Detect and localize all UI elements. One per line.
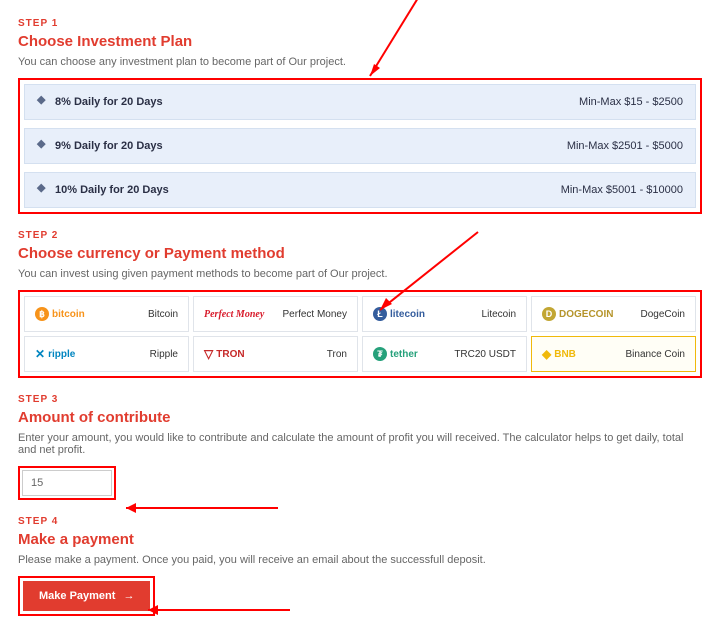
plan-item[interactable]: 9% Daily for 20 Days Min-Max $2501 - $50… bbox=[24, 128, 696, 164]
payment-methods-highlight-box: ฿bitcoin Bitcoin Perfect Money Perfect M… bbox=[18, 290, 702, 378]
bitcoin-icon: ฿bitcoin bbox=[35, 307, 85, 321]
amount-input[interactable] bbox=[22, 470, 112, 496]
dogecoin-icon: DDOGECOIN bbox=[542, 307, 613, 321]
payment-method-label: DogeCoin bbox=[641, 309, 685, 320]
step2-title: Choose currency or Payment method bbox=[18, 245, 702, 262]
plan-name: 8% Daily for 20 Days bbox=[55, 96, 579, 108]
step1-title: Choose Investment Plan bbox=[18, 33, 702, 50]
step4-desc: Please make a payment. Once you paid, yo… bbox=[18, 554, 702, 566]
step2-desc: You can invest using given payment metho… bbox=[18, 268, 702, 280]
payment-method-label: TRC20 USDT bbox=[454, 349, 516, 360]
bnb-icon: ◆BNB bbox=[542, 347, 576, 361]
plan-range: Min-Max $5001 - $10000 bbox=[561, 184, 683, 196]
plan-item[interactable]: 10% Daily for 20 Days Min-Max $5001 - $1… bbox=[24, 172, 696, 208]
step4-label: STEP 4 bbox=[18, 516, 702, 527]
step3-desc: Enter your amount, you would like to con… bbox=[18, 432, 702, 456]
tether-icon: ₮tether bbox=[373, 347, 418, 361]
step4-title: Make a payment bbox=[18, 531, 702, 548]
make-payment-button[interactable]: Make Payment → bbox=[23, 581, 150, 611]
perfect-money-icon: Perfect Money bbox=[204, 309, 264, 320]
plan-list: 8% Daily for 20 Days Min-Max $15 - $2500… bbox=[24, 84, 696, 208]
ethereum-icon bbox=[37, 183, 47, 197]
payment-method-ripple[interactable]: ✕ripple Ripple bbox=[24, 336, 189, 372]
payment-method-bitcoin[interactable]: ฿bitcoin Bitcoin bbox=[24, 296, 189, 332]
amount-highlight-box bbox=[18, 466, 116, 500]
plan-range: Min-Max $2501 - $5000 bbox=[567, 140, 683, 152]
payment-method-dogecoin[interactable]: DDOGECOIN DogeCoin bbox=[531, 296, 696, 332]
annotation-arrow-payment-button bbox=[140, 600, 300, 623]
plans-highlight-box: 8% Daily for 20 Days Min-Max $15 - $2500… bbox=[18, 78, 702, 214]
plan-range: Min-Max $15 - $2500 bbox=[579, 96, 683, 108]
step3-label: STEP 3 bbox=[18, 394, 702, 405]
tron-icon: ▽TRON bbox=[204, 347, 245, 361]
litecoin-icon: Łlitecoin bbox=[373, 307, 425, 321]
plan-name: 9% Daily for 20 Days bbox=[55, 140, 567, 152]
step1-label: STEP 1 bbox=[18, 18, 702, 29]
step3-title: Amount of contribute bbox=[18, 409, 702, 426]
payment-method-grid: ฿bitcoin Bitcoin Perfect Money Perfect M… bbox=[24, 296, 696, 372]
payment-method-label: Perfect Money bbox=[283, 309, 347, 320]
plan-name: 10% Daily for 20 Days bbox=[55, 184, 561, 196]
payment-method-label: Tron bbox=[327, 349, 347, 360]
arrow-right-icon: → bbox=[123, 590, 134, 602]
plan-item[interactable]: 8% Daily for 20 Days Min-Max $15 - $2500 bbox=[24, 84, 696, 120]
payment-method-binance[interactable]: ◆BNB Binance Coin bbox=[531, 336, 696, 372]
step1-desc: You can choose any investment plan to be… bbox=[18, 56, 702, 68]
ethereum-icon bbox=[37, 95, 47, 109]
payment-method-tether[interactable]: ₮tether TRC20 USDT bbox=[362, 336, 527, 372]
payment-method-label: Bitcoin bbox=[148, 309, 178, 320]
ripple-icon: ✕ripple bbox=[35, 347, 75, 361]
ethereum-icon bbox=[37, 139, 47, 153]
payment-method-litecoin[interactable]: Łlitecoin Litecoin bbox=[362, 296, 527, 332]
payment-method-label: Binance Coin bbox=[626, 349, 685, 360]
payment-method-label: Ripple bbox=[150, 349, 178, 360]
pay-button-highlight-box: Make Payment → bbox=[18, 576, 155, 616]
payment-method-label: Litecoin bbox=[482, 309, 516, 320]
payment-method-tron[interactable]: ▽TRON Tron bbox=[193, 336, 358, 372]
make-payment-label: Make Payment bbox=[39, 590, 115, 602]
step2-label: STEP 2 bbox=[18, 230, 702, 241]
payment-method-perfect-money[interactable]: Perfect Money Perfect Money bbox=[193, 296, 358, 332]
